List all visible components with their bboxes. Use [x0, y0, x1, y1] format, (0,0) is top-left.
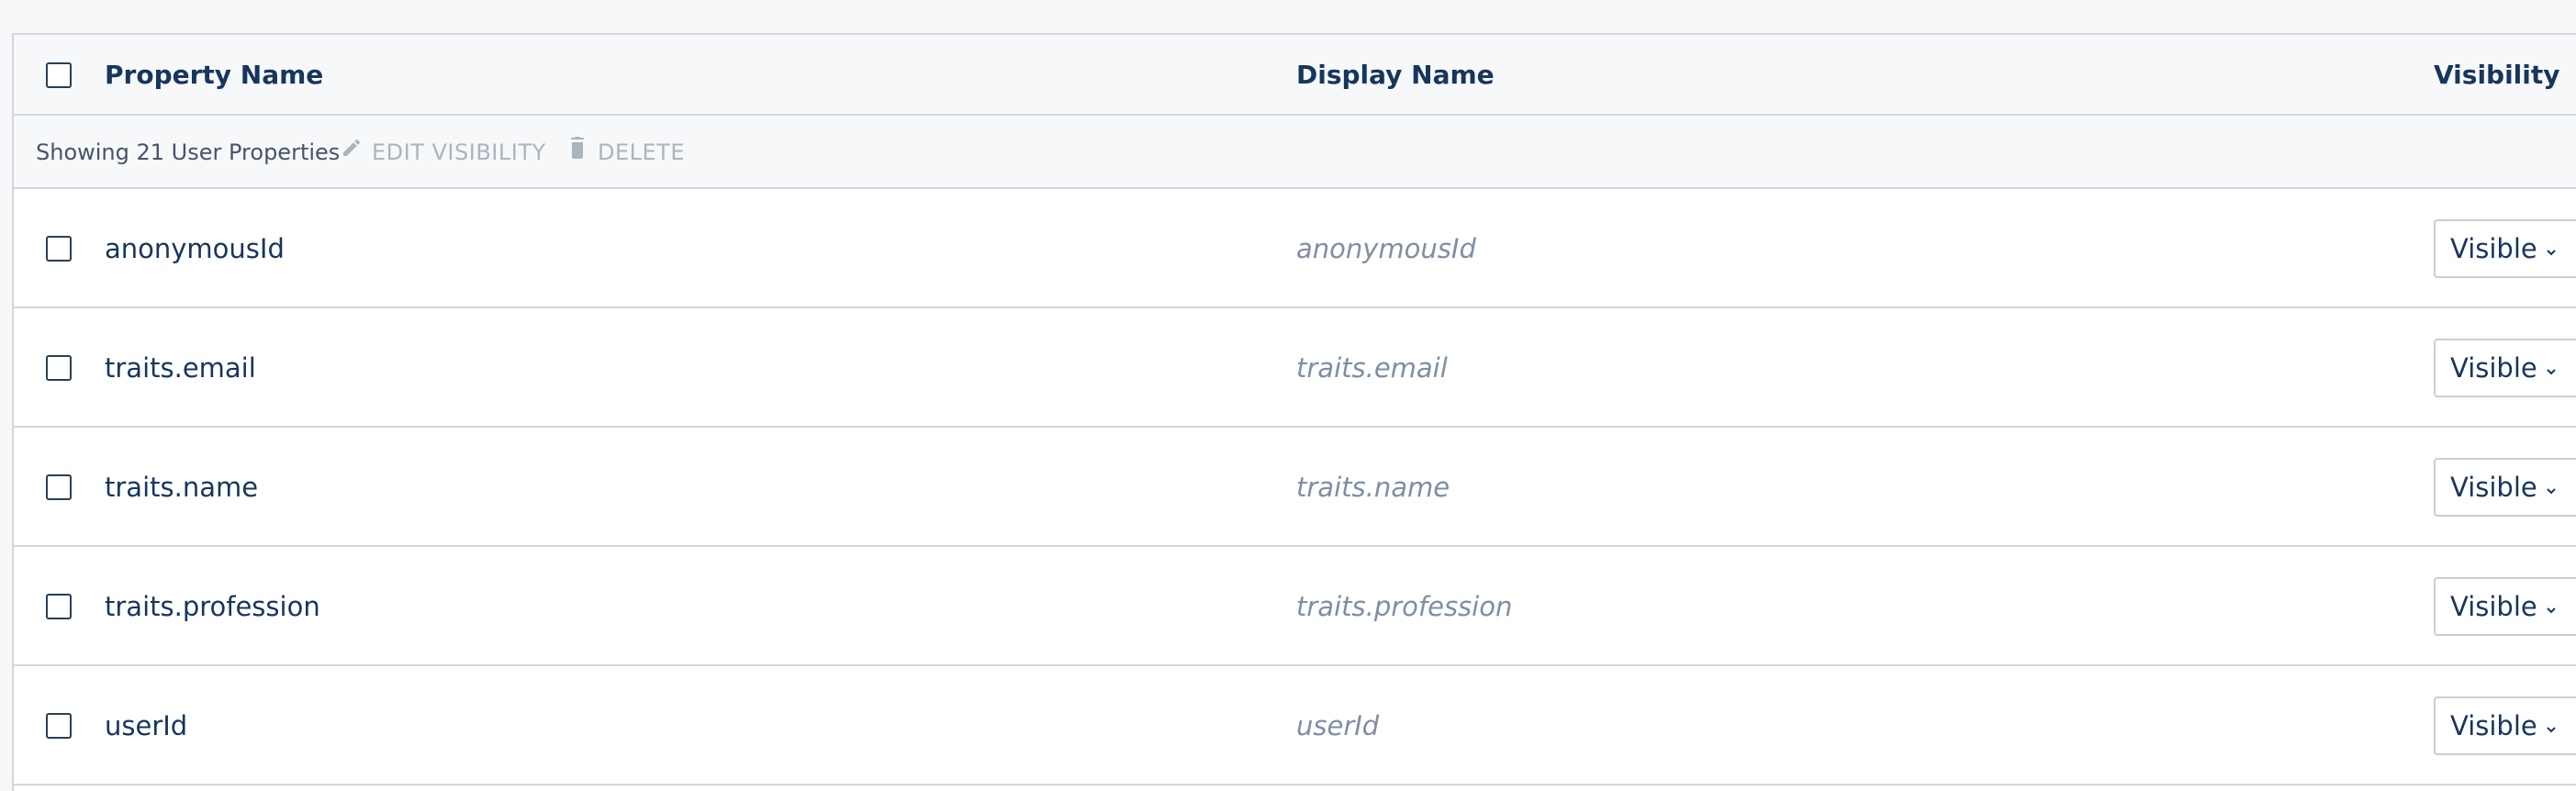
table-row: traits.profession traits.profession Visi…: [14, 547, 2576, 666]
select-all-checkbox[interactable]: [46, 62, 72, 88]
display-name-column-header[interactable]: Display Name: [1296, 35, 1495, 116]
visibility-value: Visible: [2450, 352, 2537, 384]
display-name-input[interactable]: traits.profession: [1296, 547, 1512, 666]
visibility-dropdown[interactable]: Visible: [2434, 696, 2576, 755]
display-name-input[interactable]: traits.name: [1296, 428, 1450, 547]
visibility-dropdown[interactable]: Visible: [2434, 339, 2576, 397]
bulk-actions-toolbar: Showing 21 User Properties EDIT VISIBILI…: [14, 116, 2576, 189]
table-row: anonymousId anonymousId Visible: [14, 189, 2576, 308]
visibility-value: Visible: [2450, 710, 2537, 741]
property-name-cell: traits.email: [105, 352, 256, 384]
property-name-cell: traits.profession: [105, 591, 320, 622]
row-checkbox[interactable]: [46, 236, 72, 262]
edit-visibility-label: EDIT VISIBILITY: [372, 139, 546, 165]
trash-icon: [566, 115, 588, 188]
property-name-cell: traits.name: [105, 472, 259, 503]
row-checkbox[interactable]: [46, 713, 72, 739]
property-name-cell: anonymousId: [105, 233, 285, 264]
chevron-down-icon: [2545, 578, 2558, 633]
row-checkbox[interactable]: [46, 594, 72, 619]
pencil-icon: [341, 115, 363, 188]
table-row: traits.email traits.email Visible: [14, 308, 2576, 428]
table-row: traits.name traits.name Visible: [14, 428, 2576, 547]
visibility-dropdown[interactable]: Visible: [2434, 219, 2576, 278]
property-name-column-header[interactable]: Property Name: [105, 35, 323, 116]
visibility-column-header[interactable]: Visibility: [2434, 35, 2560, 116]
showing-count-text: Showing 21 User Properties: [36, 139, 341, 165]
visibility-value: Visible: [2450, 233, 2537, 264]
display-name-input[interactable]: anonymousId: [1296, 189, 1476, 308]
row-checkbox[interactable]: [46, 474, 72, 500]
chevron-down-icon: [2545, 459, 2558, 514]
display-name-input[interactable]: traits.email: [1296, 308, 1448, 428]
property-name-cell: userId: [105, 710, 188, 741]
delete-button[interactable]: DELETE: [566, 116, 685, 189]
row-checkbox[interactable]: [46, 355, 72, 381]
visibility-value: Visible: [2450, 591, 2537, 622]
visibility-value: Visible: [2450, 472, 2537, 503]
chevron-down-icon: [2545, 697, 2558, 752]
table-row: userId userId Visible: [14, 666, 2576, 785]
display-name-input[interactable]: userId: [1296, 666, 1379, 785]
user-properties-table: Property Name Display Name Visibility Sh…: [12, 33, 2576, 791]
chevron-down-icon: [2545, 220, 2558, 275]
visibility-dropdown[interactable]: Visible: [2434, 458, 2576, 517]
visibility-dropdown[interactable]: Visible: [2434, 577, 2576, 636]
delete-label: DELETE: [598, 139, 686, 165]
edit-visibility-button[interactable]: EDIT VISIBILITY: [341, 116, 546, 189]
table-header-row: Property Name Display Name Visibility: [14, 35, 2576, 116]
chevron-down-icon: [2545, 340, 2558, 395]
